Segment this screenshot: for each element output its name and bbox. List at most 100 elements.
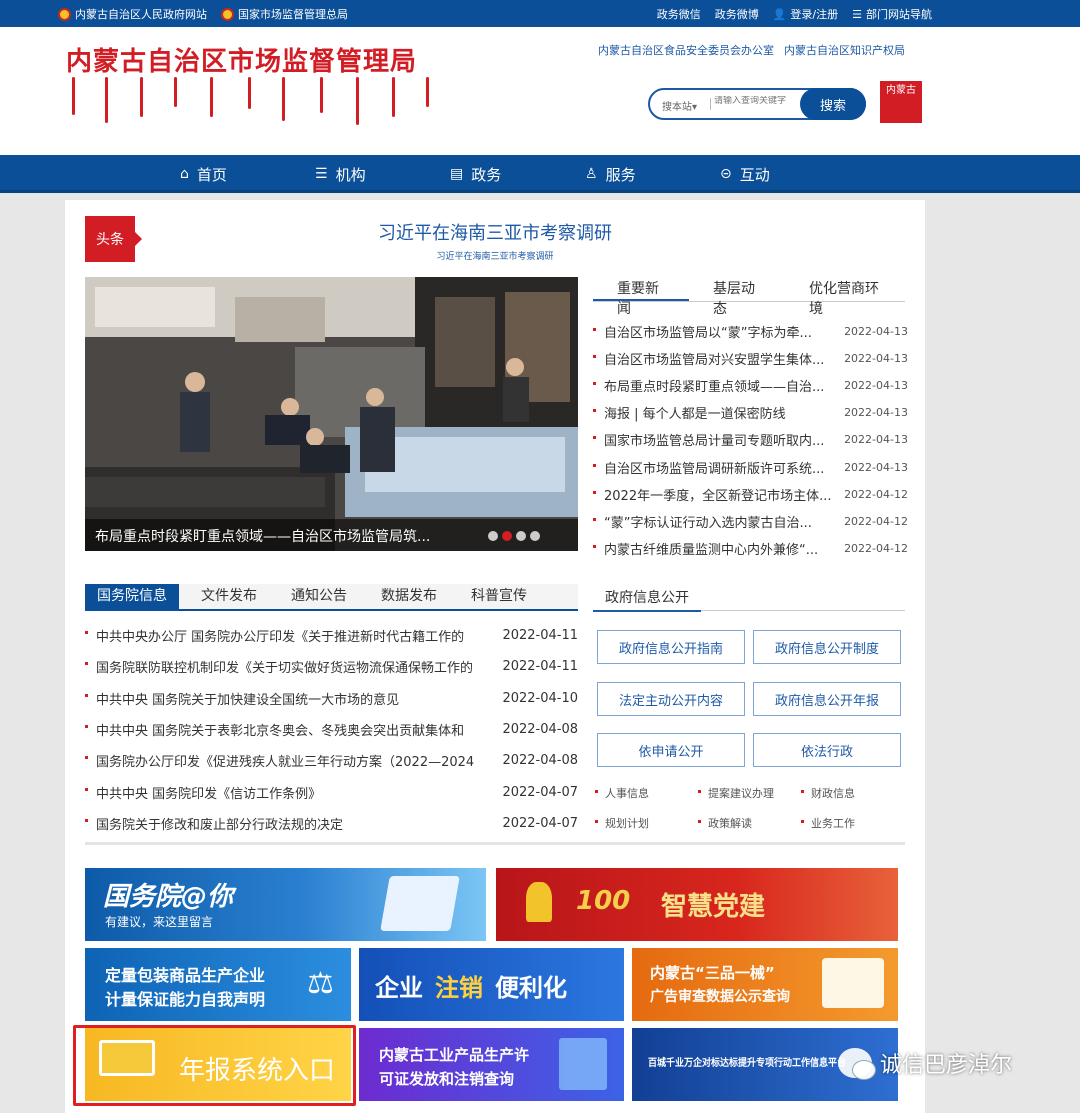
headline-subtitle[interactable]: 习近平在海南三亚市考察调研 <box>65 249 925 262</box>
finance-info-link[interactable]: 财政信息 <box>801 785 855 801</box>
nav-item-home[interactable]: ⌂ 首页 <box>180 155 315 193</box>
metrology-declaration-banner[interactable]: 定量包装商品生产企业 计量保证能力自我声明 ⚖ <box>85 948 351 1021</box>
home-icon: ⌂ <box>180 166 189 182</box>
scale-icon: ⚖ <box>307 966 334 1001</box>
state-council-banner[interactable]: 国务院@你 有建议，来这里留言 <box>85 868 486 941</box>
gov-info-title[interactable]: 政府信息公开 <box>593 584 701 612</box>
list-item[interactable]: 2022年一季度，全区新登记市场主体... 2022-04-12 <box>593 481 908 508</box>
news-carousel[interactable]: 布局重点时段紧盯重点领域——自治区市场监管局筑... <box>85 277 578 551</box>
search-button[interactable]: 搜索 <box>800 88 866 120</box>
list-icon: ☰ <box>315 166 328 182</box>
nav-item-interact[interactable]: ⊝ 互动 <box>720 155 855 193</box>
mongolian-script-logo <box>70 77 440 129</box>
carousel-dot[interactable] <box>488 531 498 541</box>
gov-site-link[interactable]: 内蒙古自治区人民政府网站 <box>58 6 207 22</box>
annual-report-button[interactable]: 政府信息公开年报 <box>753 682 901 716</box>
carousel-dot[interactable] <box>530 531 540 541</box>
tab-local-news[interactable]: 基层动态 <box>689 278 785 317</box>
nav-item-gov[interactable]: ▤ 政务 <box>450 155 585 193</box>
food-safety-office-link[interactable]: 内蒙古自治区食品安全委员会办公室 <box>598 42 774 58</box>
list-item[interactable]: 自治区市场监管局对兴安盟学生集体... 2022-04-13 <box>593 345 908 372</box>
national-emblem-icon <box>221 7 234 21</box>
site-title[interactable]: 内蒙古自治区市场监督管理局 <box>66 41 417 78</box>
list-item[interactable]: 国务院关于修改和废止部分行政法规的决定 2022-04-07 <box>85 808 578 839</box>
tab-file-release[interactable]: 文件发布 <box>189 584 269 609</box>
search-input[interactable] <box>714 96 804 106</box>
annual-report-highlight-box <box>73 1025 356 1106</box>
ad-review-banner[interactable]: 内蒙古“三品一械” 广告审查数据公示查询 <box>632 948 898 1021</box>
samr-site-link[interactable]: 国家市场监督管理总局 <box>221 6 348 22</box>
nav-item-org[interactable]: ☰ 机构 <box>315 155 450 193</box>
industrial-license-banner[interactable]: 内蒙古工业产品生产许 可证发放和注销查询 <box>359 1028 624 1101</box>
news-list: 自治区市场监管局以“蒙”字标为牵... 2022-04-13 自治区市场监管局对兴… <box>593 318 908 562</box>
list-item[interactable]: 中共中央 国务院印发《信访工作条例》 2022-04-07 <box>85 776 578 807</box>
list-item[interactable]: 中共中央办公厅 国务院办公厅印发《关于推进新时代古籍工作的 2022-04-11 <box>85 620 578 651</box>
site-header: 内蒙古自治区市场监督管理局 内蒙古自治区食品安全委员会办公室 内蒙古自治区知识产… <box>0 27 1080 155</box>
proposal-link[interactable]: 提案建议办理 <box>698 785 774 801</box>
tab-state-council[interactable]: 国务院信息 <box>85 584 179 609</box>
smart-party-banner[interactable]: 100 智慧党建 <box>496 868 898 941</box>
list-item[interactable]: 中共中央 国务院关于加快建设全国统一大市场的意见 2022-04-10 <box>85 683 578 714</box>
seal-logo: 内蒙古 <box>880 81 922 123</box>
law-admin-button[interactable]: 依法行政 <box>753 733 901 767</box>
watermark: 诚信巴彦淖尔 <box>838 1047 1012 1080</box>
building-illustration <box>559 1038 607 1090</box>
service-icon: ♙ <box>585 166 598 182</box>
folder-icon: ▤ <box>450 166 464 182</box>
site-nav-link[interactable]: ☰ 部门网站导航 <box>852 6 932 22</box>
apply-disclosure-button[interactable]: 依申请公开 <box>597 733 745 767</box>
business-work-link[interactable]: 业务工作 <box>801 815 855 831</box>
menu-icon: ☰ <box>852 7 862 21</box>
tab-notices[interactable]: 通知公告 <box>279 584 359 609</box>
carousel-dot[interactable] <box>516 531 526 541</box>
chat-icon: ⊝ <box>720 166 732 182</box>
main-content: 头条 习近平在海南三亚市考察调研 习近平在海南三亚市考察调研 布局重点时段紧盯重… <box>65 200 925 1113</box>
list-item[interactable]: 布局重点时段紧盯重点领域——自治... 2022-04-13 <box>593 372 908 399</box>
policy-interpretation-link[interactable]: 政策解读 <box>698 815 752 831</box>
carousel-dot-active[interactable] <box>502 531 512 541</box>
carousel-photo <box>85 277 578 551</box>
list-item[interactable]: 自治区市场监管局以“蒙”字标为牵... 2022-04-13 <box>593 318 908 345</box>
board-illustration <box>822 958 884 1008</box>
search-box: 搜本站▾ 搜索 <box>648 88 866 120</box>
weibo-link[interactable]: 政务微博 <box>715 6 759 22</box>
gov-info-guide-button[interactable]: 政府信息公开指南 <box>597 630 745 664</box>
login-link[interactable]: 👤 登录/注册 <box>773 6 838 22</box>
list-item[interactable]: 中共中央 国务院关于表彰北京冬奥会、冬残奥会突出贡献集体和 2022-04-08 <box>85 714 578 745</box>
tab-business-env[interactable]: 优化营商环境 <box>785 278 905 317</box>
user-icon: 👤 <box>772 7 787 21</box>
gov-info-system-button[interactable]: 政府信息公开制度 <box>753 630 901 664</box>
carousel-dots <box>488 531 540 541</box>
deregistration-banner[interactable]: 企业 注销 便利化 <box>359 948 624 1021</box>
tab-important-news[interactable]: 重要新闻 <box>593 278 689 317</box>
list-item[interactable]: 国务院办公厅印发《促进残疾人就业三年行动方案（2022—2024 2022-04-… <box>85 745 578 776</box>
list-item[interactable]: 国务院联防联控机制印发《关于切实做好货运物流保通保畅工作的 2022-04-11 <box>85 651 578 682</box>
list-item[interactable]: 内蒙古纤维质量监测中心内外兼修“... 2022-04-12 <box>593 535 908 562</box>
personnel-info-link[interactable]: 人事信息 <box>595 785 649 801</box>
tab-data-release[interactable]: 数据发布 <box>369 584 449 609</box>
nav-item-service[interactable]: ♙ 服务 <box>585 155 720 193</box>
section-divider <box>85 842 905 845</box>
search-scope-select[interactable]: 搜本站▾ <box>662 98 697 113</box>
national-emblem-icon <box>58 7 71 21</box>
news-tabs: 重要新闻 基层动态 优化营商环境 <box>593 278 905 317</box>
list-item[interactable]: “蒙”字标认证行动入选内蒙古自治... 2022-04-12 <box>593 508 908 535</box>
doc-tabs: 国务院信息 文件发布 通知公告 数据发布 科普宣传 <box>85 584 578 611</box>
wechat-icon <box>838 1048 876 1080</box>
tablet-illustration <box>380 876 460 931</box>
list-item[interactable]: 自治区市场监管局调研新版许可系统... 2022-04-13 <box>593 453 908 480</box>
gov-info-header: 政府信息公开 <box>593 584 905 612</box>
wechat-link[interactable]: 政务微信 <box>657 6 701 22</box>
planning-link[interactable]: 规划计划 <box>595 815 649 831</box>
ip-office-link[interactable]: 内蒙古自治区知识产权局 <box>784 42 905 58</box>
search-divider <box>710 98 711 110</box>
top-bar: 内蒙古自治区人民政府网站 国家市场监督管理总局 政务微信 政务微博 👤 登录/注册… <box>0 0 1080 27</box>
party-emblem-icon <box>526 882 552 922</box>
headline-title[interactable]: 习近平在海南三亚市考察调研 <box>65 219 925 245</box>
statutory-disclosure-button[interactable]: 法定主动公开内容 <box>597 682 745 716</box>
main-nav: ⌂ 首页 ☰ 机构 ▤ 政务 ♙ 服务 ⊝ 互动 <box>0 155 1080 193</box>
list-item[interactable]: 海报 | 每个人都是一道保密防线 2022-04-13 <box>593 399 908 426</box>
doc-list: 中共中央办公厅 国务院办公厅印发《关于推进新时代古籍工作的 2022-04-11 … <box>85 620 578 839</box>
tab-science[interactable]: 科普宣传 <box>459 584 539 609</box>
list-item[interactable]: 国家市场监管总局计量司专题听取内... 2022-04-13 <box>593 426 908 453</box>
